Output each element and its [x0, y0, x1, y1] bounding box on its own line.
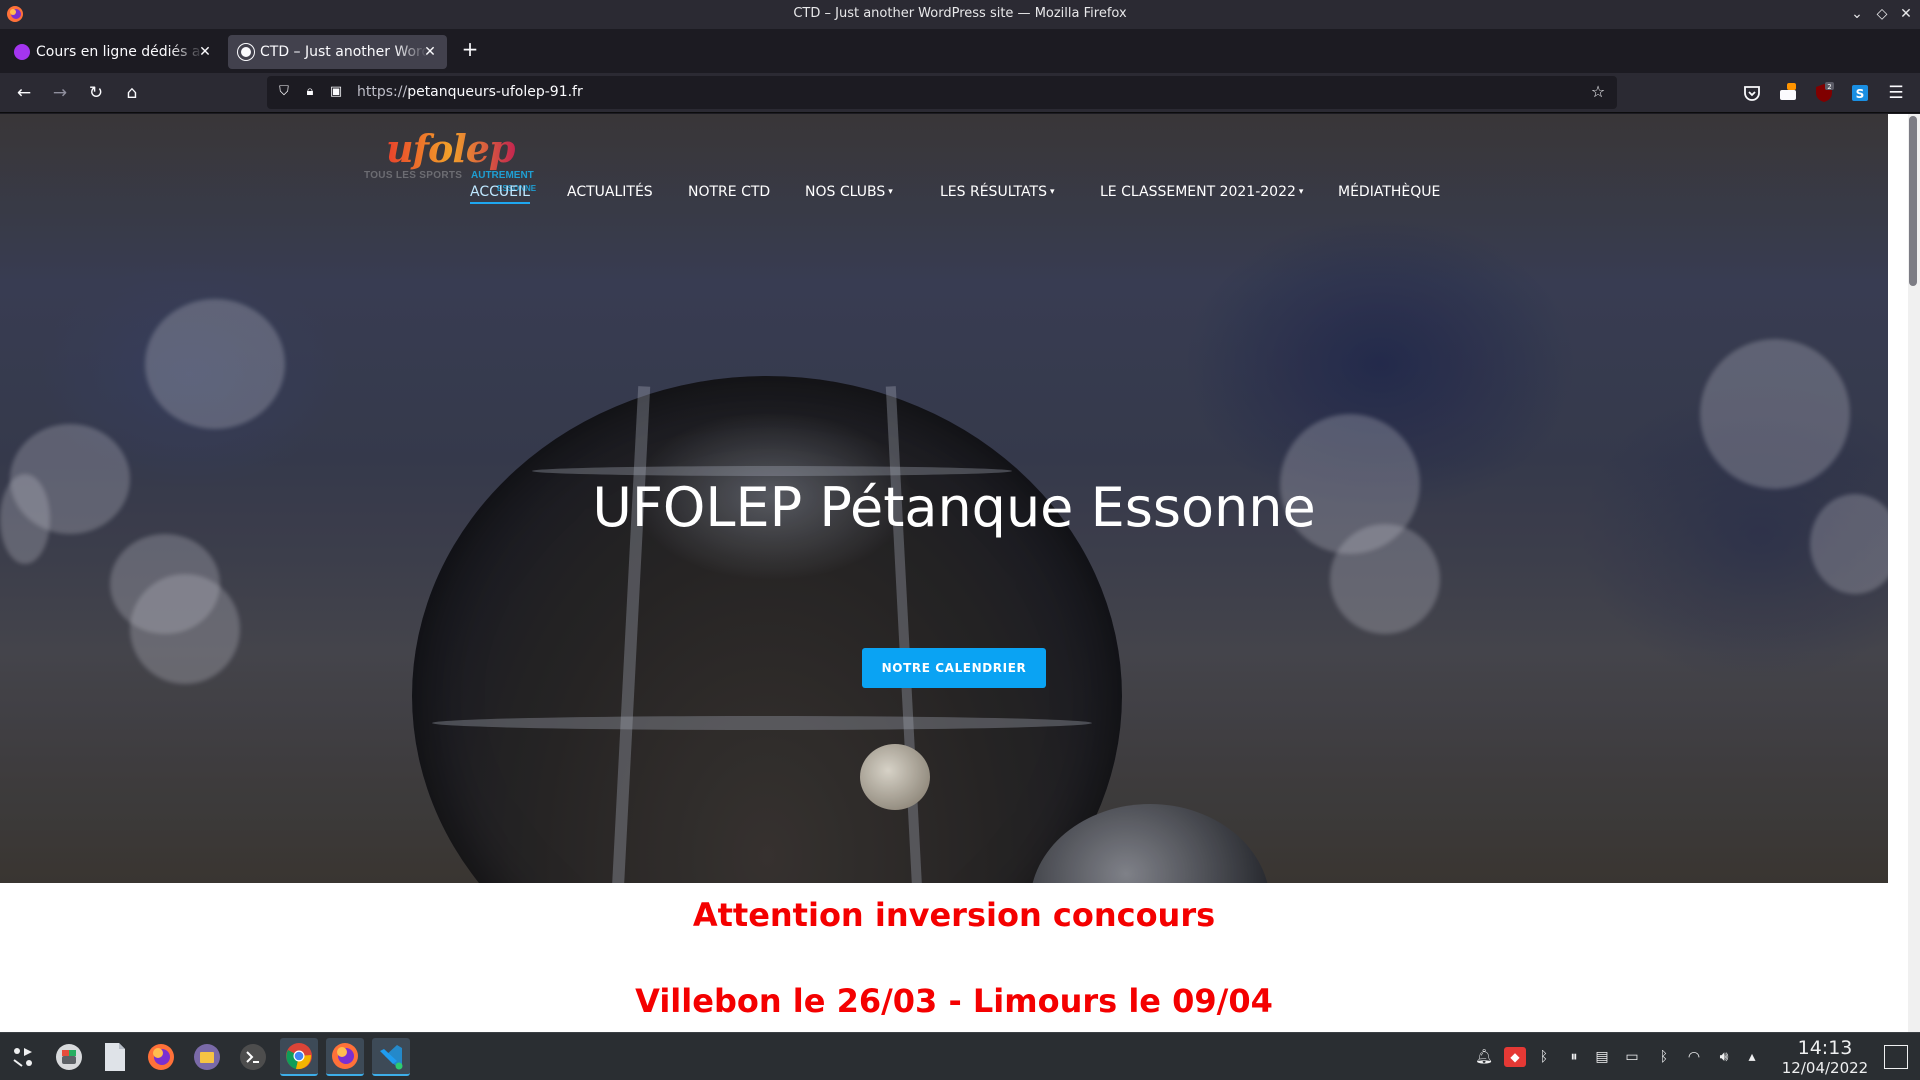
- url-text[interactable]: https://petanqueurs-ufolep-91.fr: [357, 84, 583, 100]
- nav-item-nos-clubs[interactable]: NOS CLUBS ▾: [805, 184, 893, 200]
- udemy-icon: [14, 44, 30, 60]
- window-title: CTD – Just another WordPress site — Mozi…: [793, 6, 1127, 21]
- firefox-icon[interactable]: [326, 1038, 364, 1076]
- tab-strip: Cours en ligne dédiés au ✕ CTD – Just an…: [0, 29, 1920, 73]
- web-page: ufolep TOUS LES SPORTS AUTREMENT ESSONNE…: [0, 114, 1888, 1032]
- tab-label: CTD – Just another WordPress site: [260, 44, 428, 60]
- close-icon[interactable]: ✕: [421, 43, 439, 61]
- clock[interactable]: 14:13 12/04/2022: [1770, 1037, 1880, 1077]
- clock-date: 12/04/2022: [1781, 1059, 1869, 1077]
- new-tab-button[interactable]: +: [458, 37, 482, 61]
- minimize-button[interactable]: ⌄: [1847, 4, 1867, 24]
- url-bar[interactable]: ⛉ 🔒︎ ▣ https://petanqueurs-ufolep-91.fr …: [267, 76, 1617, 109]
- ublock-icon[interactable]: 2: [1812, 81, 1836, 105]
- text-file-icon[interactable]: [96, 1038, 134, 1076]
- home-button[interactable]: ⌂: [118, 79, 146, 107]
- wordpress-icon: [238, 44, 254, 60]
- nav-item-mediatheque[interactable]: MÉDIATHÈQUE: [1338, 184, 1440, 200]
- tab-udemy[interactable]: Cours en ligne dédiés au ✕: [4, 35, 222, 69]
- shield-icon[interactable]: ⛉: [275, 83, 293, 101]
- tray-expand-icon[interactable]: ▴: [1742, 1047, 1762, 1067]
- battery-icon[interactable]: ▭: [1622, 1047, 1642, 1067]
- forward-button[interactable]: →: [46, 79, 74, 107]
- svg-text:S: S: [1856, 87, 1865, 101]
- maximize-button[interactable]: ◇: [1872, 4, 1892, 24]
- back-button[interactable]: ←: [10, 79, 38, 107]
- notice-dates: Villebon le 26/03 - Limours le 09/04: [635, 982, 1273, 1020]
- chevron-down-icon: ▾: [1049, 187, 1055, 197]
- s-extension-icon[interactable]: S: [1848, 81, 1872, 105]
- discover-icon[interactable]: [50, 1038, 88, 1076]
- firefox-icon[interactable]: [142, 1038, 180, 1076]
- calendar-button[interactable]: NOTRE CALENDRIER: [862, 648, 1046, 688]
- nav-item-actualites[interactable]: ACTUALITÉS: [567, 184, 653, 200]
- nav-item-notre-ctd[interactable]: NOTRE CTD: [688, 184, 770, 200]
- bluetooth-icon[interactable]: ᛒ: [1654, 1047, 1674, 1067]
- chevron-down-icon: ▾: [1298, 187, 1304, 197]
- window-titlebar: CTD – Just another WordPress site — Mozi…: [0, 0, 1920, 29]
- bluetooth-device-icon[interactable]: ᛒ: [1534, 1047, 1554, 1067]
- close-window-button[interactable]: ✕: [1896, 4, 1916, 24]
- page-scrollbar-track[interactable]: [1888, 114, 1908, 1032]
- launcher-icon[interactable]: [4, 1038, 42, 1076]
- logo-tagline: TOUS LES SPORTS: [364, 170, 463, 181]
- volume-icon[interactable]: 🔊︎: [1714, 1047, 1734, 1067]
- page-scrollbar-thumb[interactable]: [1909, 116, 1917, 286]
- permissions-icon[interactable]: ▣: [327, 83, 345, 101]
- extension-icon[interactable]: [1776, 81, 1800, 105]
- lock-icon[interactable]: 🔒︎: [301, 83, 319, 101]
- chrome-icon[interactable]: [280, 1038, 318, 1076]
- media-pause-icon[interactable]: ⏸: [1564, 1047, 1584, 1067]
- nav-item-le-classement[interactable]: LE CLASSEMENT 2021-2022 ▾: [1100, 184, 1303, 200]
- clock-time: 14:13: [1797, 1037, 1853, 1059]
- chevron-down-icon: ▾: [888, 187, 893, 197]
- menu-hamburger-icon[interactable]: ☰: [1882, 79, 1910, 107]
- clipboard-icon[interactable]: ▤: [1592, 1047, 1612, 1067]
- nav-item-les-resultats[interactable]: LES RÉSULTATS ▾: [940, 184, 1055, 200]
- notice-heading: Attention inversion concours: [692, 896, 1216, 934]
- notifications-icon[interactable]: 🔔︎: [1474, 1047, 1494, 1067]
- close-icon[interactable]: ✕: [196, 43, 214, 61]
- navigation-toolbar: ← → ↻ ⌂ ⛉ 🔒︎ ▣ https://petanqueurs-ufole…: [0, 73, 1920, 113]
- logo-tagline: AUTREMENT: [471, 170, 534, 181]
- tab-label: Cours en ligne dédiés au: [36, 44, 204, 60]
- logo-wordmark: ufolep: [386, 126, 516, 171]
- files-icon[interactable]: [188, 1038, 226, 1076]
- anydesk-icon[interactable]: ◆: [1504, 1047, 1526, 1067]
- bookmark-star-icon[interactable]: ☆: [1589, 83, 1607, 101]
- taskbar: 🔔︎ ◆ ᛒ ⏸ ▤ ▭ ᛒ ◠ 🔊︎ ▴ 14:13 12/04/2022: [0, 1032, 1920, 1080]
- wifi-icon[interactable]: ◠: [1684, 1047, 1704, 1067]
- terminal-icon[interactable]: [234, 1038, 272, 1076]
- hero-title: UFOLEP Pétanque Essonne: [592, 476, 1316, 539]
- hero-section: ufolep TOUS LES SPORTS AUTREMENT ESSONNE…: [0, 114, 1888, 883]
- tab-ctd[interactable]: CTD – Just another WordPress site ✕: [228, 35, 447, 69]
- vscode-icon[interactable]: [372, 1038, 410, 1076]
- show-desktop-icon[interactable]: [1884, 1045, 1908, 1069]
- svg-text:2: 2: [1827, 83, 1831, 91]
- reload-button[interactable]: ↻: [82, 79, 110, 107]
- pocket-icon[interactable]: [1740, 81, 1764, 105]
- nav-item-accueil[interactable]: ACCUEIL: [470, 184, 530, 204]
